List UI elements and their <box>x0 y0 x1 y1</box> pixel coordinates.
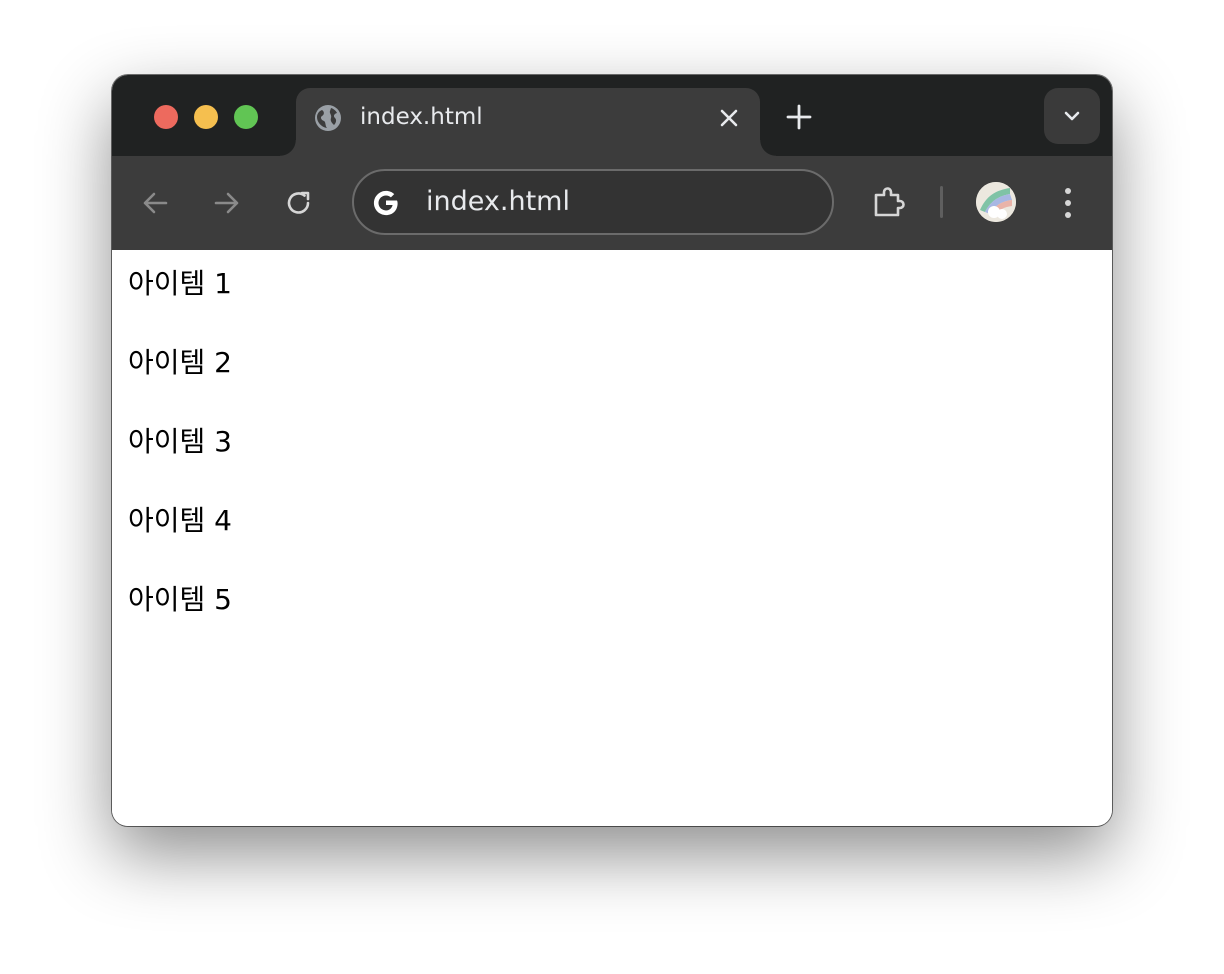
back-arrow-icon[interactable] <box>138 186 172 224</box>
reload-icon[interactable] <box>282 186 316 224</box>
new-tab-icon[interactable] <box>784 102 814 132</box>
minimize-window-button[interactable] <box>194 105 218 129</box>
close-window-button[interactable] <box>154 105 178 129</box>
list-item: 아이템 5 <box>128 583 232 616</box>
tab-search-button[interactable] <box>1044 88 1100 144</box>
list-item: 아이템 2 <box>128 346 232 379</box>
close-tab-icon[interactable] <box>716 105 742 131</box>
toolbar-separator <box>940 186 943 218</box>
globe-icon <box>313 103 343 133</box>
google-g-icon <box>370 187 402 219</box>
list-item: 아이템 3 <box>128 425 232 458</box>
list-item: 아이템 1 <box>128 267 232 300</box>
profile-avatar[interactable] <box>976 182 1016 222</box>
page-content: 아이템 1 아이템 2 아이템 3 아이템 4 아이템 5 <box>112 250 1112 826</box>
zoom-window-button[interactable] <box>234 105 258 129</box>
forward-arrow-icon[interactable] <box>210 186 244 224</box>
address-bar[interactable]: index.html <box>352 169 834 235</box>
tab-title: index.html <box>360 104 483 130</box>
browser-window: index.html index.html 아이템 1 아이템 2 아이템 3 … <box>112 75 1112 826</box>
list-item: 아이템 4 <box>128 504 232 537</box>
extensions-puzzle-icon[interactable] <box>870 184 908 226</box>
tab-index-html[interactable]: index.html <box>280 88 776 156</box>
tab-strip: index.html <box>112 75 1112 156</box>
more-menu-icon[interactable] <box>1056 184 1080 226</box>
url-text: index.html <box>426 186 570 217</box>
chevron-down-icon <box>1064 111 1080 121</box>
toolbar: index.html <box>112 156 1112 250</box>
